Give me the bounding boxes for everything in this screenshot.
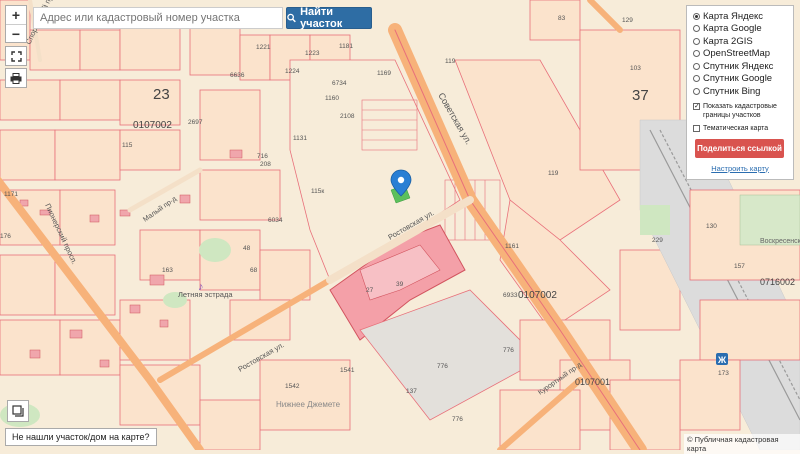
parcel-number: 1161 [505, 243, 519, 250]
parcel-number: 6734 [332, 80, 347, 87]
layer-option-label: OpenStreetMap [703, 48, 771, 60]
parcel-number: 83 [558, 15, 566, 22]
parcel-number: 1223 [305, 50, 320, 57]
radio[interactable] [693, 25, 700, 33]
quarter-label: 0107002 [518, 290, 557, 301]
parcel-number: 776 [503, 347, 514, 354]
search-input[interactable] [33, 7, 283, 29]
parcel-number: 229 [652, 237, 663, 244]
thematic-map-checkbox[interactable] [693, 124, 700, 132]
parcel-number: 163 [162, 267, 173, 274]
thematic-map-checkbox-row[interactable]: Тематическая карта [693, 124, 787, 133]
layer-option-yandex-satellite[interactable]: Спутник Яндекс [693, 60, 787, 73]
layers-icon [12, 405, 24, 417]
configure-map-link[interactable]: Настроить карту [693, 164, 787, 173]
parcel-number: 1171 [4, 191, 18, 198]
parcel-number: 130 [706, 223, 717, 230]
parcel-number: 6636 [230, 72, 245, 79]
layer-option-google-satellite[interactable]: Спутник Google [693, 73, 787, 86]
show-boundaries-checkbox[interactable]: ✓ [693, 102, 700, 110]
show-boundaries-checkbox-row[interactable]: ✓ Показать кадастровые границы участков [693, 102, 787, 120]
layer-option-label: Спутник Bing [703, 85, 761, 97]
parcel-number: 1542 [285, 383, 300, 390]
music-note-icon: ♪ [198, 281, 204, 293]
place-label: Летняя эстрада [178, 290, 233, 299]
radio[interactable] [693, 62, 700, 70]
district-label: 37 [632, 87, 649, 104]
parcel-number: 1181 [339, 43, 353, 50]
quarter-label: 0107002 [133, 120, 172, 131]
parcel-number: 176 [0, 233, 11, 240]
zoom-control: + − [5, 5, 27, 43]
parcel-number: 39 [396, 281, 404, 288]
expand-icon [10, 50, 22, 62]
layers-panel: Карта Яндекс Карта Google Карта 2GIS Ope… [686, 5, 794, 180]
quarter-label: 0107001 [575, 377, 610, 387]
not-found-link[interactable]: Не нашли участок/дом на карте? [5, 428, 157, 446]
layer-option-google-map[interactable]: Карта Google [693, 23, 787, 36]
layer-option-label: Спутник Яндекс [703, 60, 774, 72]
parcel-number: 6034 [268, 217, 283, 224]
layer-option-bing-satellite[interactable]: Спутник Bing [693, 85, 787, 98]
parcel-number: 208 [260, 161, 271, 168]
parcel-number: 68 [250, 267, 258, 274]
parcel-number: 119 [445, 58, 456, 65]
parcel-number: 1221 [256, 44, 271, 51]
radio-selected[interactable] [693, 12, 700, 20]
parcel-number: 776 [452, 416, 463, 423]
map-attribution: © Публичная кадастровая карта [684, 434, 800, 454]
parcel-number: 776 [437, 363, 448, 370]
place-label: Воскресенское кладбище [760, 237, 800, 245]
radio[interactable] [693, 75, 700, 83]
radio[interactable] [693, 50, 700, 58]
layer-option-osm[interactable]: OpenStreetMap [693, 48, 787, 61]
share-link-button[interactable]: Поделиться ссылкой [695, 138, 784, 158]
parcel-number: 48 [243, 245, 251, 252]
radio[interactable] [693, 37, 700, 45]
layer-option-label: Спутник Google [703, 73, 773, 85]
parcel-number: 1131 [293, 135, 307, 142]
layer-option-2gis-map[interactable]: Карта 2GIS [693, 35, 787, 48]
show-boundaries-label: Показать кадастровые границы участков [703, 102, 777, 119]
parcel-number: 103 [630, 65, 641, 72]
layer-option-label: Карта 2GIS [703, 35, 753, 47]
parcel-number: 27 [366, 287, 374, 294]
parcel-number: 119 [548, 170, 559, 177]
printer-icon [10, 72, 22, 84]
parcel-number: 137 [406, 388, 417, 395]
parcel-number: 173 [718, 370, 729, 377]
parcel-number: 115 [122, 142, 133, 149]
parcel-number: 157 [734, 263, 745, 270]
svg-text:Ж: Ж [717, 355, 727, 365]
parcel-number: 1160 [325, 95, 339, 102]
parcel-number: 2697 [188, 119, 203, 126]
thematic-map-label: Тематическая карта [703, 124, 769, 132]
search-button[interactable]: Найти участок [286, 6, 372, 30]
magnifier-icon [287, 13, 296, 23]
parcel-number: 716 [257, 153, 268, 160]
layers-toggle-button[interactable] [7, 400, 29, 422]
train-icon: Ж [716, 353, 728, 365]
parcel-number: 2108 [340, 113, 355, 120]
zoom-in-button[interactable]: + [6, 6, 26, 24]
place-label: Нижнее Джемете [276, 400, 341, 409]
parcel-number: 115к [311, 188, 324, 195]
layer-option-yandex-map[interactable]: Карта Яндекс [693, 10, 787, 23]
parcel-number: 1541 [340, 367, 355, 374]
cadastral-map[interactable]: 23 37 0107002 0107002 0716002 0107001 Сп… [0, 0, 800, 450]
parcel-number: 129 [622, 17, 633, 24]
quarter-label: 0716002 [760, 277, 795, 287]
parcel-number: 1169 [377, 70, 391, 77]
district-label: 23 [153, 86, 170, 103]
layer-option-label: Карта Google [703, 23, 762, 35]
parcel-number: 6933 [503, 292, 518, 299]
radio[interactable] [693, 87, 700, 95]
parcel-number: 1224 [285, 68, 300, 75]
layer-option-label: Карта Яндекс [703, 10, 764, 22]
fullscreen-button[interactable] [5, 46, 27, 66]
location-marker[interactable] [390, 169, 412, 204]
search-button-label: Найти участок [300, 6, 343, 30]
print-button[interactable] [5, 68, 27, 88]
zoom-out-button[interactable]: − [6, 24, 26, 43]
